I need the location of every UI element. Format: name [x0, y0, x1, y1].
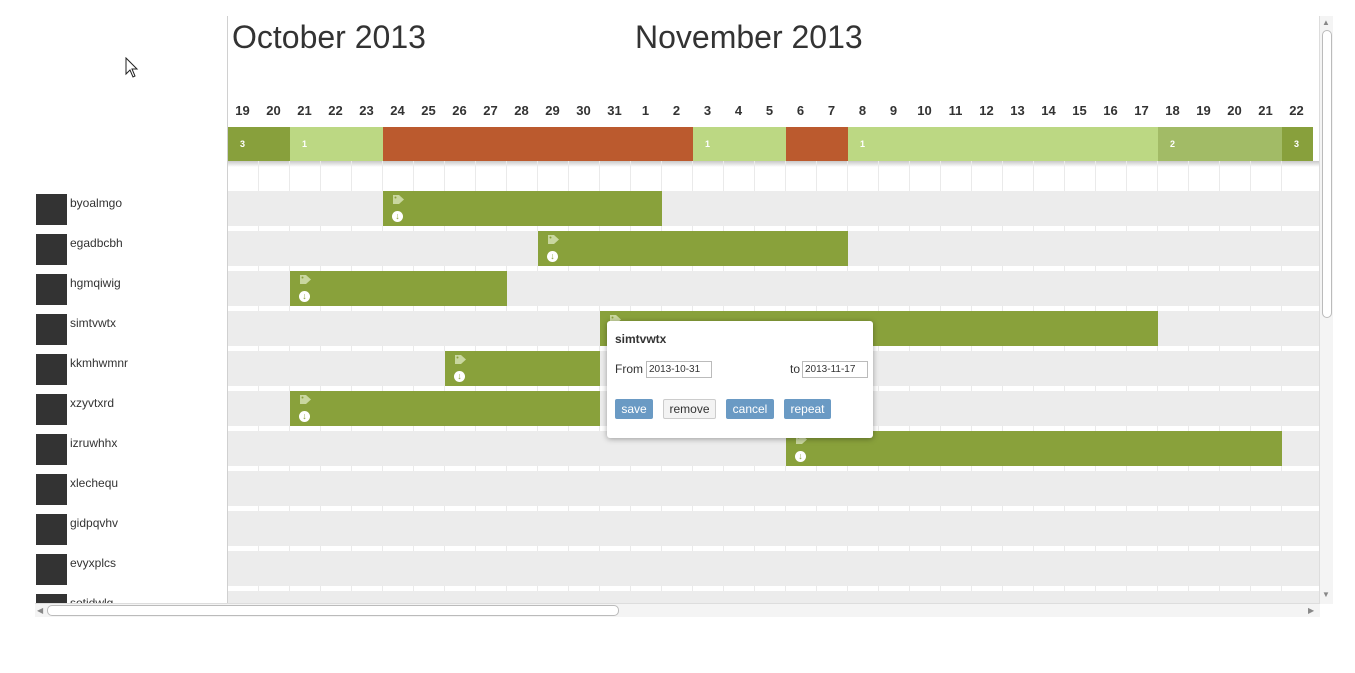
repeat-button[interactable]: repeat: [784, 399, 831, 419]
row-user-name: gidpqvhv: [70, 516, 119, 530]
remove-button[interactable]: remove: [663, 399, 716, 419]
row-track[interactable]: [228, 551, 1320, 586]
scroll-left-arrow-icon[interactable]: ◀: [37, 606, 43, 615]
avatar: [36, 394, 67, 425]
to-label: to: [790, 362, 801, 376]
booking-bar[interactable]: ↓: [290, 271, 507, 306]
row-user-name: evyxplcs: [70, 556, 117, 570]
tag-icon[interactable]: [299, 394, 313, 405]
gantt-app: October 2013 November 2013 19 20 21 22 23 24 2…: [0, 0, 1355, 673]
row-user-name: egadbcbh: [70, 236, 123, 250]
vertical-scroll-thumb[interactable]: [1322, 30, 1332, 318]
tag-icon[interactable]: [454, 354, 468, 365]
tag-icon[interactable]: [392, 194, 406, 205]
avatar: [36, 274, 67, 305]
scroll-up-arrow-icon[interactable]: ▲: [1322, 18, 1330, 27]
horizontal-scrollbar[interactable]: ◀ ▶: [35, 603, 1320, 617]
tag-icon[interactable]: [547, 234, 561, 245]
booking-bar[interactable]: ↓: [290, 391, 600, 426]
booking-bar[interactable]: ↓: [538, 231, 848, 266]
row-user-name: byoalmgo: [70, 196, 123, 210]
avatar: [36, 354, 67, 385]
booking-bar[interactable]: ↓: [383, 191, 662, 226]
row-user-name: kkmhwmnr: [70, 356, 129, 370]
avatar: [36, 514, 67, 545]
mouse-cursor-icon: [125, 57, 139, 78]
row-user-name: xlechequ: [70, 476, 119, 490]
avatar: [36, 434, 67, 465]
avatar: [36, 194, 67, 225]
horizontal-scroll-thumb[interactable]: [47, 605, 619, 616]
download-icon[interactable]: ↓: [299, 411, 310, 422]
cancel-button[interactable]: cancel: [726, 399, 774, 419]
booking-bar[interactable]: ↓: [445, 351, 600, 386]
avatar: [36, 474, 67, 505]
scroll-down-arrow-icon[interactable]: ▼: [1322, 590, 1330, 599]
popup-title: simtvwtx: [615, 332, 667, 346]
download-icon[interactable]: ↓: [299, 291, 310, 302]
avatar: [36, 234, 67, 265]
from-date-input[interactable]: [646, 361, 712, 378]
edit-popup: simtvwtx From to save remove cancel repe…: [607, 321, 873, 438]
row-track[interactable]: [228, 471, 1320, 506]
from-label: From: [615, 362, 643, 376]
rows-viewport: ↓ byoalmgo ↓ egadbcbh ↓ hgmqiwig ↓ simtvwtx ↓ kkm…: [0, 0, 1320, 604]
to-date-input[interactable]: [802, 361, 868, 378]
download-icon[interactable]: ↓: [547, 251, 558, 262]
avatar: [36, 554, 67, 585]
download-icon[interactable]: ↓: [454, 371, 465, 382]
avatar: [36, 314, 67, 345]
row-user-name: xzyvtxrd: [70, 396, 115, 410]
download-icon[interactable]: ↓: [392, 211, 403, 222]
save-button[interactable]: save: [615, 399, 653, 419]
download-icon[interactable]: ↓: [795, 451, 806, 462]
tag-icon[interactable]: [299, 274, 313, 285]
row-track[interactable]: [228, 511, 1320, 546]
row-user-name: hgmqiwig: [70, 276, 121, 290]
scroll-right-arrow-icon[interactable]: ▶: [1308, 606, 1314, 615]
vertical-scrollbar[interactable]: ▲ ▼: [1319, 16, 1333, 604]
row-user-name: izruwhhx: [70, 436, 118, 450]
row-user-name: simtvwtx: [70, 316, 116, 330]
